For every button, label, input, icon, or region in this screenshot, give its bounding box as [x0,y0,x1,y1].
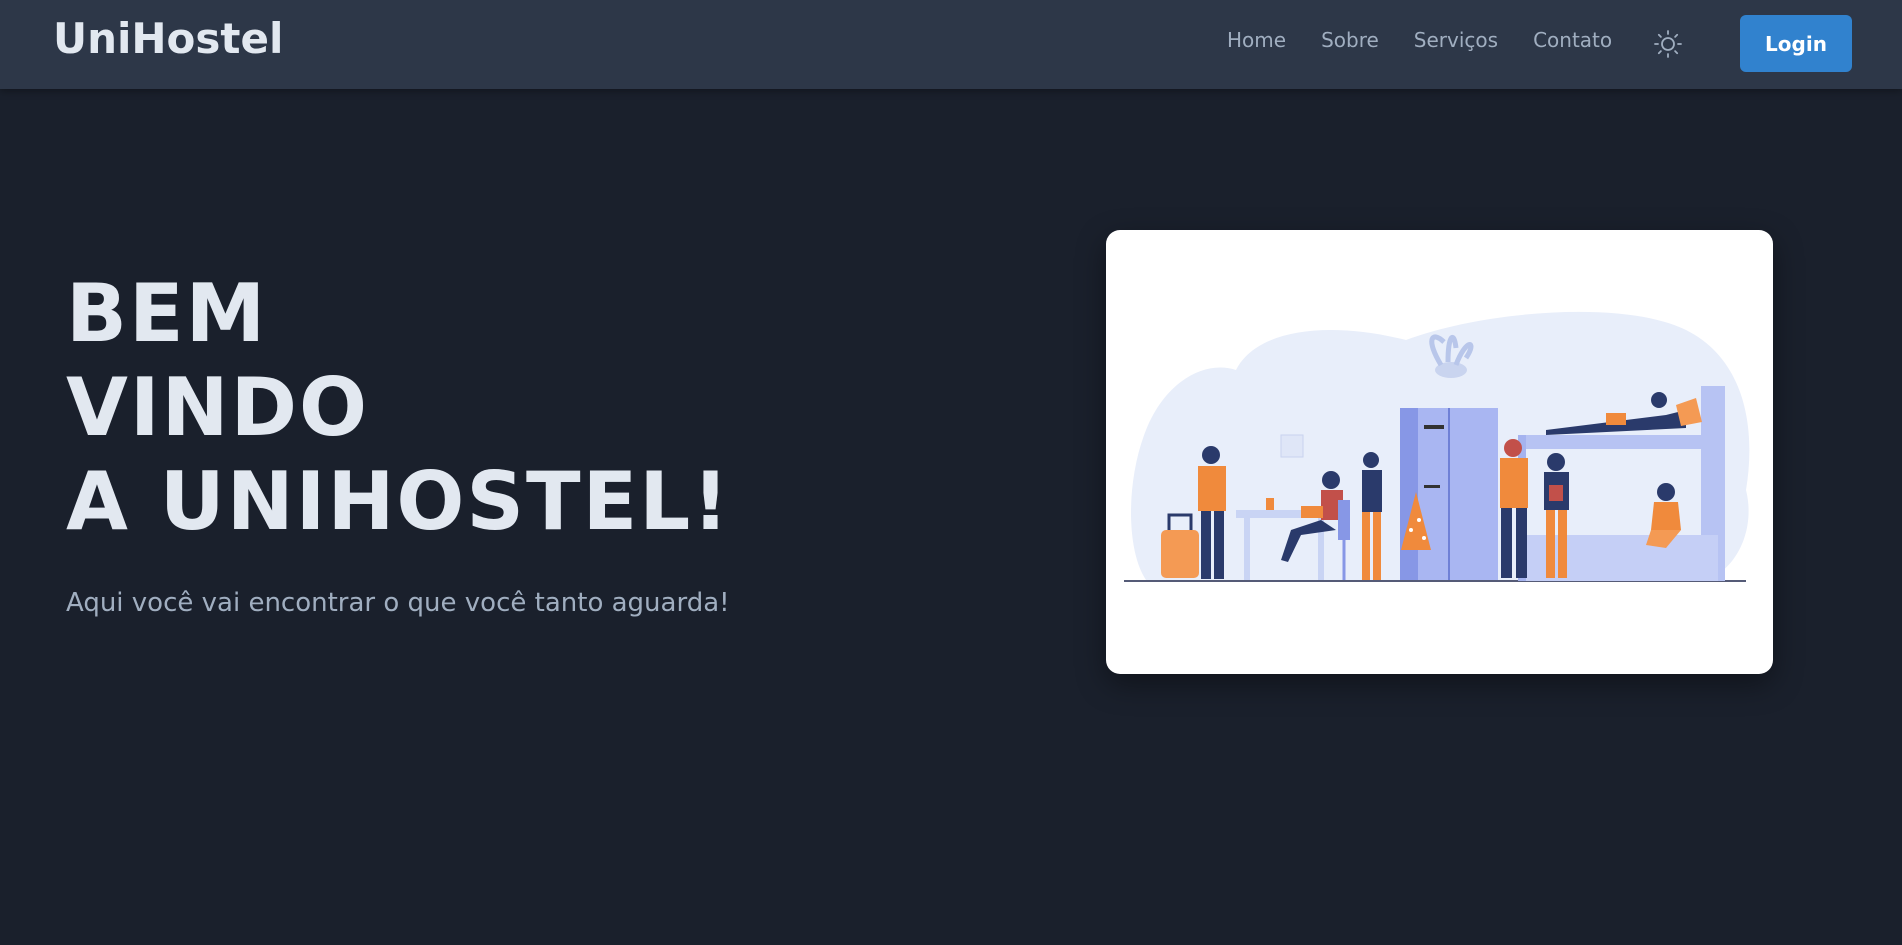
login-button[interactable]: Login [1740,15,1852,72]
theme-toggle-button[interactable] [1653,29,1683,59]
hero-image-card [1106,230,1773,674]
brand-logo[interactable]: UniHostel [53,14,283,63]
navbar: UniHostel Home Sobre Serviços Contato Lo… [0,0,1902,89]
nav-link-servicos[interactable]: Serviços [1414,28,1498,52]
nav-link-home[interactable]: Home [1227,28,1286,52]
hero-subtitle: Aqui você vai encontrar o que você tanto… [66,588,730,618]
nav-link-contato[interactable]: Contato [1533,28,1612,52]
hero-title-line: BEM [66,267,268,360]
hero-title: BEM VINDO A UNIHOSTEL! [66,267,731,549]
hero-title-line: VINDO [66,361,370,454]
hero-title-line: A UNIHOSTEL! [66,455,731,548]
hostel-people-illustration [1124,311,1750,582]
nav-links: Home Sobre Serviços Contato [1227,28,1647,52]
nav-link-sobre[interactable]: Sobre [1321,28,1379,52]
sun-icon [1654,30,1682,58]
